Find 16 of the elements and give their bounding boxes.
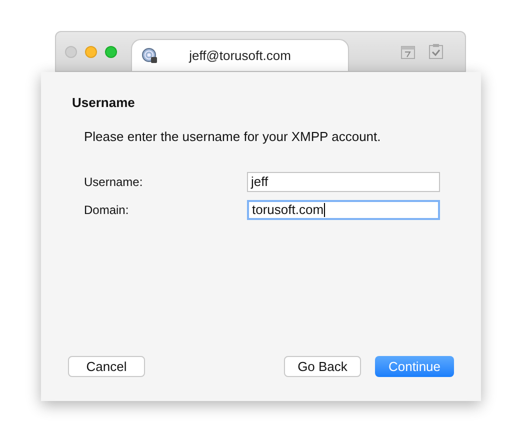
- dialog-button[interactable]: Cancel: [68, 356, 145, 377]
- radar-lock-icon: [142, 48, 158, 64]
- tab-title: jeff@torusoft.com: [188, 46, 292, 65]
- instructions-text: Please enter the username for your XMPP account.: [84, 128, 382, 146]
- close-button[interactable]: [65, 46, 77, 58]
- text-field[interactable]: jeff: [247, 172, 440, 192]
- text-field[interactable]: torusoft.com: [247, 200, 440, 220]
- zoom-button[interactable]: [105, 46, 117, 58]
- account-tab[interactable]: jeff@torusoft.com: [131, 39, 349, 71]
- minimize-button[interactable]: [85, 46, 97, 58]
- sheet-heading: Username: [72, 94, 136, 112]
- field-label: Domain:: [84, 202, 130, 219]
- dialog-button[interactable]: Go Back: [284, 356, 361, 377]
- field-label: Username:: [84, 174, 144, 191]
- clipboard-check-icon[interactable]: [429, 44, 443, 59]
- calendar-icon[interactable]: [401, 44, 415, 59]
